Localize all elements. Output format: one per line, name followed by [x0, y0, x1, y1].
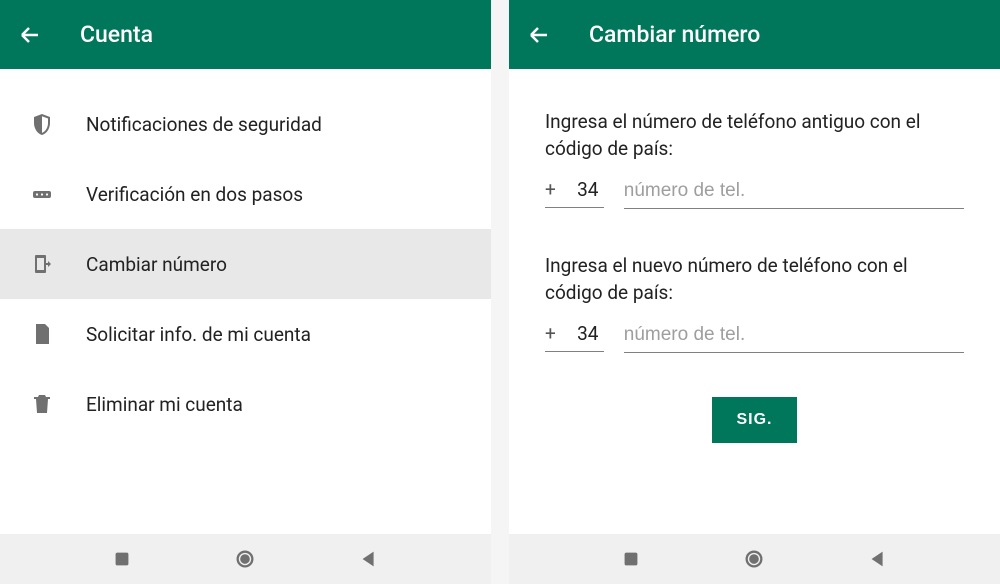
new-country-group[interactable]: + 34 [545, 322, 604, 352]
new-number-label: Ingresa el nuevo número de teléfono con … [545, 253, 964, 306]
nav-bar [0, 534, 491, 584]
menu-item-change-number[interactable]: Cambiar número [0, 229, 491, 299]
old-number-label: Ingresa el número de teléfono antiguo co… [545, 109, 964, 162]
next-button[interactable]: SIG. [712, 397, 796, 443]
nav-home-icon[interactable] [234, 548, 256, 570]
header-account: Cuenta [0, 0, 491, 69]
back-arrow-icon[interactable] [18, 23, 42, 47]
dots-icon [30, 182, 54, 206]
menu-label: Cambiar número [86, 253, 227, 276]
menu-item-two-step[interactable]: Verificación en dos pasos [0, 159, 491, 229]
phone-swap-icon [30, 252, 54, 276]
plus-sign: + [545, 178, 556, 201]
menu-label: Solicitar info. de mi cuenta [86, 323, 311, 346]
menu-content: Notificaciones de seguridad Verificación… [0, 69, 491, 534]
old-number-row: + 34 [545, 178, 964, 209]
account-screen: Cuenta Notificaciones de seguridad Verif… [0, 0, 491, 584]
button-row: SIG. [545, 397, 964, 443]
old-country-code: 34 [572, 178, 604, 201]
new-country-code: 34 [572, 322, 604, 345]
old-country-group[interactable]: + 34 [545, 178, 604, 208]
nav-recent-icon[interactable] [111, 548, 133, 570]
plus-sign: + [545, 322, 556, 345]
trash-icon [30, 392, 54, 416]
nav-back-icon[interactable] [358, 548, 380, 570]
document-icon [30, 322, 54, 346]
menu-item-request-info[interactable]: Solicitar info. de mi cuenta [0, 299, 491, 369]
shield-icon [30, 112, 54, 136]
back-arrow-icon[interactable] [527, 23, 551, 47]
form-content: Ingresa el número de teléfono antiguo co… [509, 69, 1000, 534]
old-phone-input[interactable] [624, 180, 964, 209]
menu-label: Notificaciones de seguridad [86, 113, 322, 136]
new-number-row: + 34 [545, 322, 964, 353]
change-number-screen: Cambiar número Ingresa el número de telé… [509, 0, 1000, 584]
nav-back-icon[interactable] [867, 548, 889, 570]
nav-bar [509, 534, 1000, 584]
header-title: Cuenta [80, 21, 153, 48]
nav-recent-icon[interactable] [620, 548, 642, 570]
header-change-number: Cambiar número [509, 0, 1000, 69]
nav-home-icon[interactable] [743, 548, 765, 570]
menu-label: Eliminar mi cuenta [86, 393, 243, 416]
menu-label: Verificación en dos pasos [86, 183, 303, 206]
header-title: Cambiar número [589, 21, 760, 48]
menu-item-security-notifications[interactable]: Notificaciones de seguridad [0, 89, 491, 159]
new-phone-input[interactable] [624, 324, 964, 353]
menu-list: Notificaciones de seguridad Verificación… [0, 69, 491, 439]
menu-item-delete-account[interactable]: Eliminar mi cuenta [0, 369, 491, 439]
